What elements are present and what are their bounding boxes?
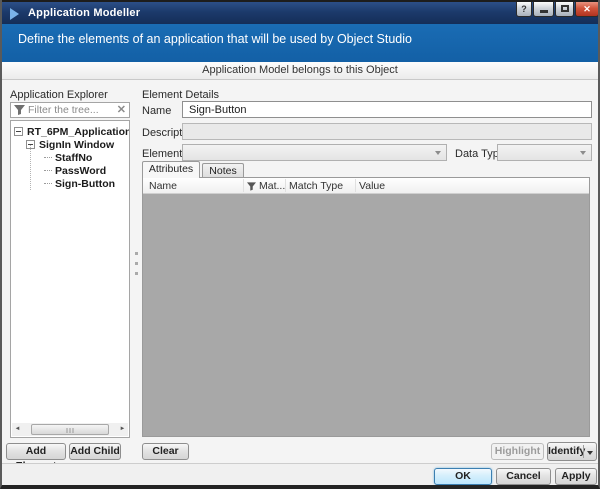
element-type-dropdown xyxy=(182,144,447,161)
app-icon xyxy=(10,8,19,20)
name-label: Name xyxy=(142,105,172,117)
window-title: Application Modeller xyxy=(28,7,141,19)
apply-button[interactable]: Apply xyxy=(555,468,597,485)
tree-item-label: Sign-Button xyxy=(55,177,116,190)
tree-item-staffno[interactable]: StaffNo xyxy=(11,151,129,164)
main-area: Application Explorer ✕ RT_6PM_Applicatio… xyxy=(2,80,598,472)
tree-guide-line xyxy=(30,145,31,190)
tree-connector xyxy=(44,183,52,184)
column-filter-icon[interactable] xyxy=(247,182,256,191)
column-header-value[interactable]: Value xyxy=(359,180,385,192)
collapse-icon[interactable] xyxy=(14,127,23,136)
element-details-label: Element Details xyxy=(142,89,220,101)
identify-separator xyxy=(583,445,584,458)
scrollbar-thumb[interactable] xyxy=(31,424,109,435)
ok-button[interactable]: OK xyxy=(434,468,492,485)
tree-item-label: PassWord xyxy=(55,164,107,177)
highlight-button: Highlight xyxy=(491,443,544,460)
filter-funnel-icon xyxy=(14,105,25,115)
add-element-button[interactable]: Add Element xyxy=(6,443,66,472)
tree-item-label: StaffNo xyxy=(55,151,93,164)
column-header-name[interactable]: Name xyxy=(149,180,177,192)
help-icon[interactable]: ? xyxy=(516,2,532,17)
attributes-table[interactable]: Name Mat... Match Type Value xyxy=(142,177,590,437)
footer-bar: OK Cancel Apply xyxy=(2,463,598,485)
data-type-dropdown xyxy=(497,144,592,161)
tree-item-label: RT_6PM_ApplicationModuler xyxy=(27,125,130,138)
subheader-text: Application Model belongs to this Object xyxy=(202,64,398,76)
tree-item-sign-button[interactable]: Sign-Button xyxy=(11,177,129,190)
title-bar[interactable]: Application Modeller ? ✕ xyxy=(2,0,598,24)
application-modeller-window: Application Modeller ? ✕ Define the elem… xyxy=(0,0,600,489)
filter-tree-box[interactable]: ✕ xyxy=(10,102,130,118)
scroll-left-icon[interactable]: ◄ xyxy=(12,423,23,436)
cancel-button[interactable]: Cancel xyxy=(496,468,551,485)
close-icon[interactable]: ✕ xyxy=(575,2,598,17)
description-field xyxy=(182,123,592,140)
tab-attributes[interactable]: Attributes xyxy=(142,161,200,178)
column-header-match-type[interactable]: Match Type xyxy=(289,180,343,192)
tree-horizontal-scrollbar[interactable]: ◄ ► xyxy=(12,423,128,436)
banner-text: Define the elements of an application th… xyxy=(18,32,412,46)
subheader: Application Model belongs to this Object xyxy=(2,62,598,80)
scroll-right-icon[interactable]: ► xyxy=(117,423,128,436)
panel-splitter[interactable] xyxy=(132,80,140,463)
attributes-table-header[interactable]: Name Mat... Match Type Value xyxy=(143,178,589,194)
tree-connector xyxy=(44,170,52,171)
tree-connector xyxy=(44,157,52,158)
explorer-title: Application Explorer xyxy=(10,89,108,101)
maximize-glyph xyxy=(560,5,569,12)
clear-button[interactable]: Clear xyxy=(142,443,189,460)
banner: Define the elements of an application th… xyxy=(2,24,598,62)
chevron-down-icon[interactable] xyxy=(587,451,593,455)
add-child-button[interactable]: Add Child xyxy=(69,443,121,460)
name-field[interactable]: Sign-Button xyxy=(182,101,592,118)
chevron-down-icon xyxy=(435,151,441,155)
tree-item-password[interactable]: PassWord xyxy=(11,164,129,177)
clear-filter-icon[interactable]: ✕ xyxy=(117,104,126,116)
tree-item-root[interactable]: RT_6PM_ApplicationModuler xyxy=(11,125,129,138)
identify-label: Identify xyxy=(548,445,586,457)
column-header-mat[interactable]: Mat... xyxy=(259,180,285,192)
minimize-icon[interactable] xyxy=(533,2,554,17)
minimize-glyph xyxy=(539,10,548,13)
tree-item-window[interactable]: SignIn Window xyxy=(11,138,129,151)
tree-item-label: SignIn Window xyxy=(39,138,115,151)
maximize-icon[interactable] xyxy=(555,2,574,17)
application-tree[interactable]: RT_6PM_ApplicationModuler SignIn Window … xyxy=(10,120,130,438)
chevron-down-icon xyxy=(580,151,586,155)
attributes-table-body xyxy=(143,194,589,437)
tab-notes[interactable]: Notes xyxy=(202,163,244,178)
scrollbar-grip-icon xyxy=(66,428,74,433)
identify-button[interactable]: Identify xyxy=(547,442,597,461)
filter-tree-input[interactable] xyxy=(25,104,117,116)
scrollbar-track[interactable] xyxy=(23,423,117,436)
